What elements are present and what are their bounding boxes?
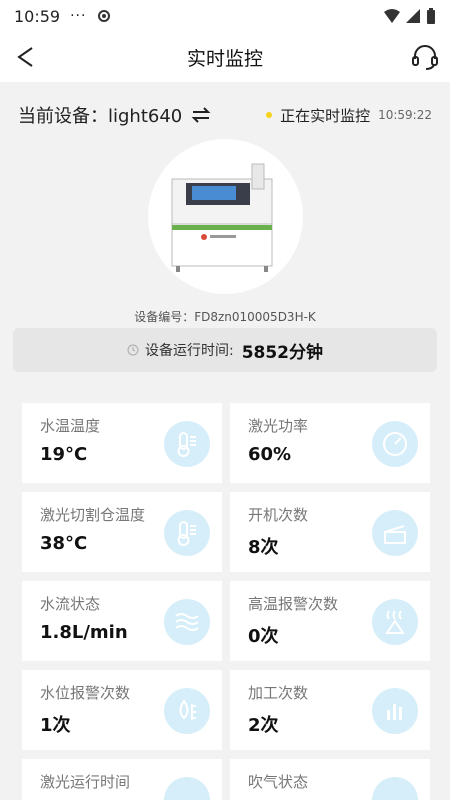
headset-icon[interactable] (410, 42, 440, 72)
battery-icon (427, 8, 435, 24)
metric-card-laser-runtime[interactable]: 激光运行时间 (22, 759, 222, 800)
water-level-icon (164, 688, 210, 734)
metric-card-power-on-count[interactable]: 开机次数 8次 (230, 492, 430, 572)
live-clock: 10:59:22 (378, 108, 432, 122)
thermometer-icon (164, 510, 210, 556)
device-image-circle (148, 139, 303, 294)
status-bar: 10:59 ··· (0, 0, 450, 32)
device-hero (0, 138, 450, 308)
metric-card-water-temp[interactable]: 水温温度 19°C (22, 403, 222, 483)
metric-card-laser-power[interactable]: 激光功率 60% (230, 403, 430, 483)
back-arrow-icon[interactable] (12, 43, 40, 71)
device-serial: 设备编号：FD8zn010005D3H-K (134, 310, 316, 324)
status-time: 10:59 (14, 6, 61, 26)
live-status: 正在实时监控 10:59:22 (266, 105, 432, 126)
settings-gear-icon (98, 10, 111, 22)
clock-icon (127, 344, 139, 356)
bar-chart-icon (372, 688, 418, 734)
wifi-icon (384, 9, 400, 23)
live-text: 正在实时监控 (280, 106, 371, 125)
water-waves-icon (164, 599, 210, 645)
live-dot (266, 112, 273, 118)
thermometer-icon (164, 421, 210, 467)
metric-card-air-status[interactable]: 吹气状态 (230, 759, 430, 800)
nav-bar: 实时监控 (0, 32, 450, 82)
runtime-value: 5852分钟 (241, 342, 324, 363)
laser-machine-image (171, 163, 273, 272)
device-row: 当前设备：light640 正在实时监控 10:59:22 (0, 92, 450, 138)
lid-box-icon (372, 510, 418, 556)
metric-card-water-flow[interactable]: 水流状态 1.8L/min (22, 581, 222, 661)
status-dots: ··· (70, 8, 87, 24)
runtime-banner: 设备运行时间: 5852分钟 (13, 328, 437, 372)
signal-icon (406, 9, 420, 23)
metrics-grid: 水温温度 19°C 激光功率 60% 激光切割仓温度 38°C 开机次数 8次 … (22, 403, 430, 800)
current-device-label: 当前设备：light640 (18, 106, 183, 127)
page-title: 实时监控 (186, 47, 263, 70)
swap-device-icon[interactable] (190, 104, 212, 126)
heat-warning-icon (372, 599, 418, 645)
metric-card-water-level-alarm[interactable]: 水位报警次数 1次 (22, 670, 222, 750)
metric-card-cabin-temp[interactable]: 激光切割仓温度 38°C (22, 492, 222, 572)
gauge-icon (372, 421, 418, 467)
metric-card-heat-alarm[interactable]: 高温报警次数 0次 (230, 581, 430, 661)
metric-card-process-count[interactable]: 加工次数 2次 (230, 670, 430, 750)
runtime-label: 设备运行时间: (144, 343, 234, 359)
